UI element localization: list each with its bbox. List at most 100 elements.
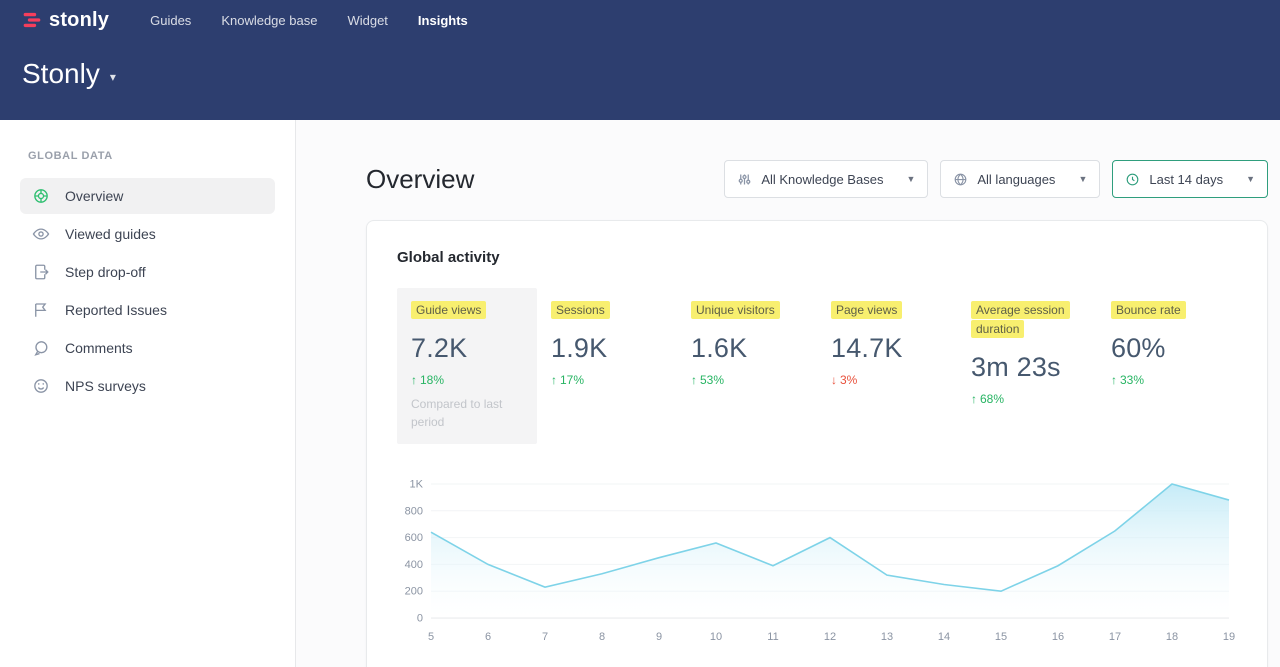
app-header: stonly Guides Knowledge base Widget Insi…	[0, 0, 1280, 120]
comment-icon	[32, 339, 50, 357]
metric-value: 1.6K	[691, 333, 803, 364]
chevron-down-icon: ▼	[906, 174, 915, 184]
metric-change: ↑17%	[551, 373, 663, 387]
top-navigation: stonly Guides Knowledge base Widget Insi…	[22, 0, 1280, 40]
smiley-icon	[32, 377, 50, 395]
svg-text:600: 600	[405, 532, 423, 544]
topnav-items: Guides Knowledge base Widget Insights	[137, 5, 481, 36]
trend-arrow-icon: ↑	[1111, 373, 1117, 387]
eye-icon	[32, 225, 50, 243]
svg-text:14: 14	[938, 631, 950, 643]
metric-label: Guide views	[411, 301, 486, 319]
svg-text:12: 12	[824, 631, 836, 643]
sidebar-section-label: GLOBAL DATA	[28, 150, 295, 162]
svg-text:17: 17	[1109, 631, 1121, 643]
filters: All Knowledge Bases ▼ All languages ▼	[724, 160, 1268, 198]
date-range-filter[interactable]: Last 14 days ▼	[1112, 160, 1268, 198]
stonly-logo-icon	[22, 10, 42, 30]
global-activity-card: Global activity Guide views 7.2K ↑18% Co…	[366, 220, 1268, 667]
workspace-name: Stonly	[22, 58, 100, 90]
nav-item-insights[interactable]: Insights	[405, 5, 481, 36]
sidebar-item-reported-issues[interactable]: Reported Issues	[20, 292, 275, 328]
svg-text:19: 19	[1223, 631, 1235, 643]
svg-text:16: 16	[1052, 631, 1064, 643]
metric-label: Unique visitors	[691, 301, 780, 319]
sidebar-item-label: Viewed guides	[65, 226, 156, 242]
sidebar-item-viewed-guides[interactable]: Viewed guides	[20, 216, 275, 252]
metric-change: ↑33%	[1111, 373, 1223, 387]
metric-page-views[interactable]: Page views 14.7K ↓3%	[817, 288, 957, 400]
sidebar-item-nps-surveys[interactable]: NPS surveys	[20, 368, 275, 404]
sidebar-item-label: Reported Issues	[65, 302, 167, 318]
svg-text:13: 13	[881, 631, 893, 643]
metrics-row: Guide views 7.2K ↑18% Compared to last p…	[397, 288, 1237, 444]
sidebar-item-overview[interactable]: Overview	[20, 178, 275, 214]
svg-text:6: 6	[485, 631, 491, 643]
nav-item-widget[interactable]: Widget	[334, 5, 400, 36]
svg-text:8: 8	[599, 631, 605, 643]
metric-value: 60%	[1111, 333, 1223, 364]
workspace-switcher[interactable]: Stonly ▾	[22, 58, 1280, 90]
sidebar-item-label: Comments	[65, 340, 133, 356]
nav-item-knowledge-base[interactable]: Knowledge base	[208, 5, 330, 36]
trend-arrow-icon: ↑	[551, 373, 557, 387]
svg-text:1K: 1K	[410, 478, 424, 490]
metric-label: Average session duration	[971, 301, 1070, 338]
step-dropoff-icon	[32, 263, 50, 281]
metric-value: 1.9K	[551, 333, 663, 364]
sidebar-item-step-drop-off[interactable]: Step drop-off	[20, 254, 275, 290]
svg-text:400: 400	[405, 559, 423, 571]
svg-text:7: 7	[542, 631, 548, 643]
svg-text:15: 15	[995, 631, 1007, 643]
sidebar-item-label: Overview	[65, 188, 123, 204]
metric-change: ↑53%	[691, 373, 803, 387]
metric-unique-visitors[interactable]: Unique visitors 1.6K ↑53%	[677, 288, 817, 400]
svg-text:10: 10	[710, 631, 722, 643]
filter-label: Last 14 days	[1149, 172, 1223, 187]
metric-change: ↑68%	[971, 392, 1083, 406]
metric-note: Compared to last period	[411, 396, 513, 431]
metric-label: Page views	[831, 301, 902, 319]
sidebar-item-label: NPS surveys	[65, 378, 146, 394]
metric-bounce-rate[interactable]: Bounce rate 60% ↑33%	[1097, 288, 1237, 400]
metric-label: Bounce rate	[1111, 301, 1186, 319]
global-activity-chart: 0 200 400 600 800 1K 5 6 7 8 9 10 11 12 13 14 15 16 17 18 19	[397, 474, 1237, 646]
globe-icon	[953, 172, 968, 187]
metric-average-session-duration[interactable]: Average session duration 3m 23s ↑68%	[957, 288, 1097, 419]
svg-text:0: 0	[417, 612, 423, 624]
languages-filter[interactable]: All languages ▼	[940, 160, 1100, 198]
page-title: Overview	[366, 164, 474, 195]
clock-icon	[1125, 172, 1140, 187]
nav-item-guides[interactable]: Guides	[137, 5, 204, 36]
chevron-down-icon: ▾	[110, 70, 116, 84]
overview-icon	[32, 187, 50, 205]
card-title: Global activity	[397, 249, 1237, 266]
sidebar-item-label: Step drop-off	[65, 264, 146, 280]
trend-arrow-icon: ↓	[831, 373, 837, 387]
logo-text: stonly	[49, 9, 109, 32]
sliders-icon	[737, 172, 752, 187]
svg-text:200: 200	[405, 586, 423, 598]
stonly-logo[interactable]: stonly	[22, 9, 109, 32]
sidebar-item-comments[interactable]: Comments	[20, 330, 275, 366]
chevron-down-icon: ▼	[1246, 174, 1255, 184]
main-content: Overview All Knowledge Bases ▼	[296, 120, 1280, 667]
metric-value: 3m 23s	[971, 352, 1083, 383]
svg-text:5: 5	[428, 631, 434, 643]
trend-arrow-icon: ↑	[691, 373, 697, 387]
metric-value: 7.2K	[411, 333, 523, 364]
knowledge-bases-filter[interactable]: All Knowledge Bases ▼	[724, 160, 928, 198]
metric-change: ↑18%	[411, 373, 523, 387]
svg-text:18: 18	[1166, 631, 1178, 643]
filter-label: All Knowledge Bases	[761, 172, 883, 187]
filter-label: All languages	[977, 172, 1055, 187]
chevron-down-icon: ▼	[1078, 174, 1087, 184]
metric-guide-views[interactable]: Guide views 7.2K ↑18% Compared to last p…	[397, 288, 537, 444]
flag-icon	[32, 301, 50, 319]
metric-label: Sessions	[551, 301, 610, 319]
svg-text:800: 800	[405, 505, 423, 517]
svg-text:11: 11	[767, 631, 778, 643]
metric-sessions[interactable]: Sessions 1.9K ↑17%	[537, 288, 677, 400]
svg-text:9: 9	[656, 631, 662, 643]
metric-value: 14.7K	[831, 333, 943, 364]
